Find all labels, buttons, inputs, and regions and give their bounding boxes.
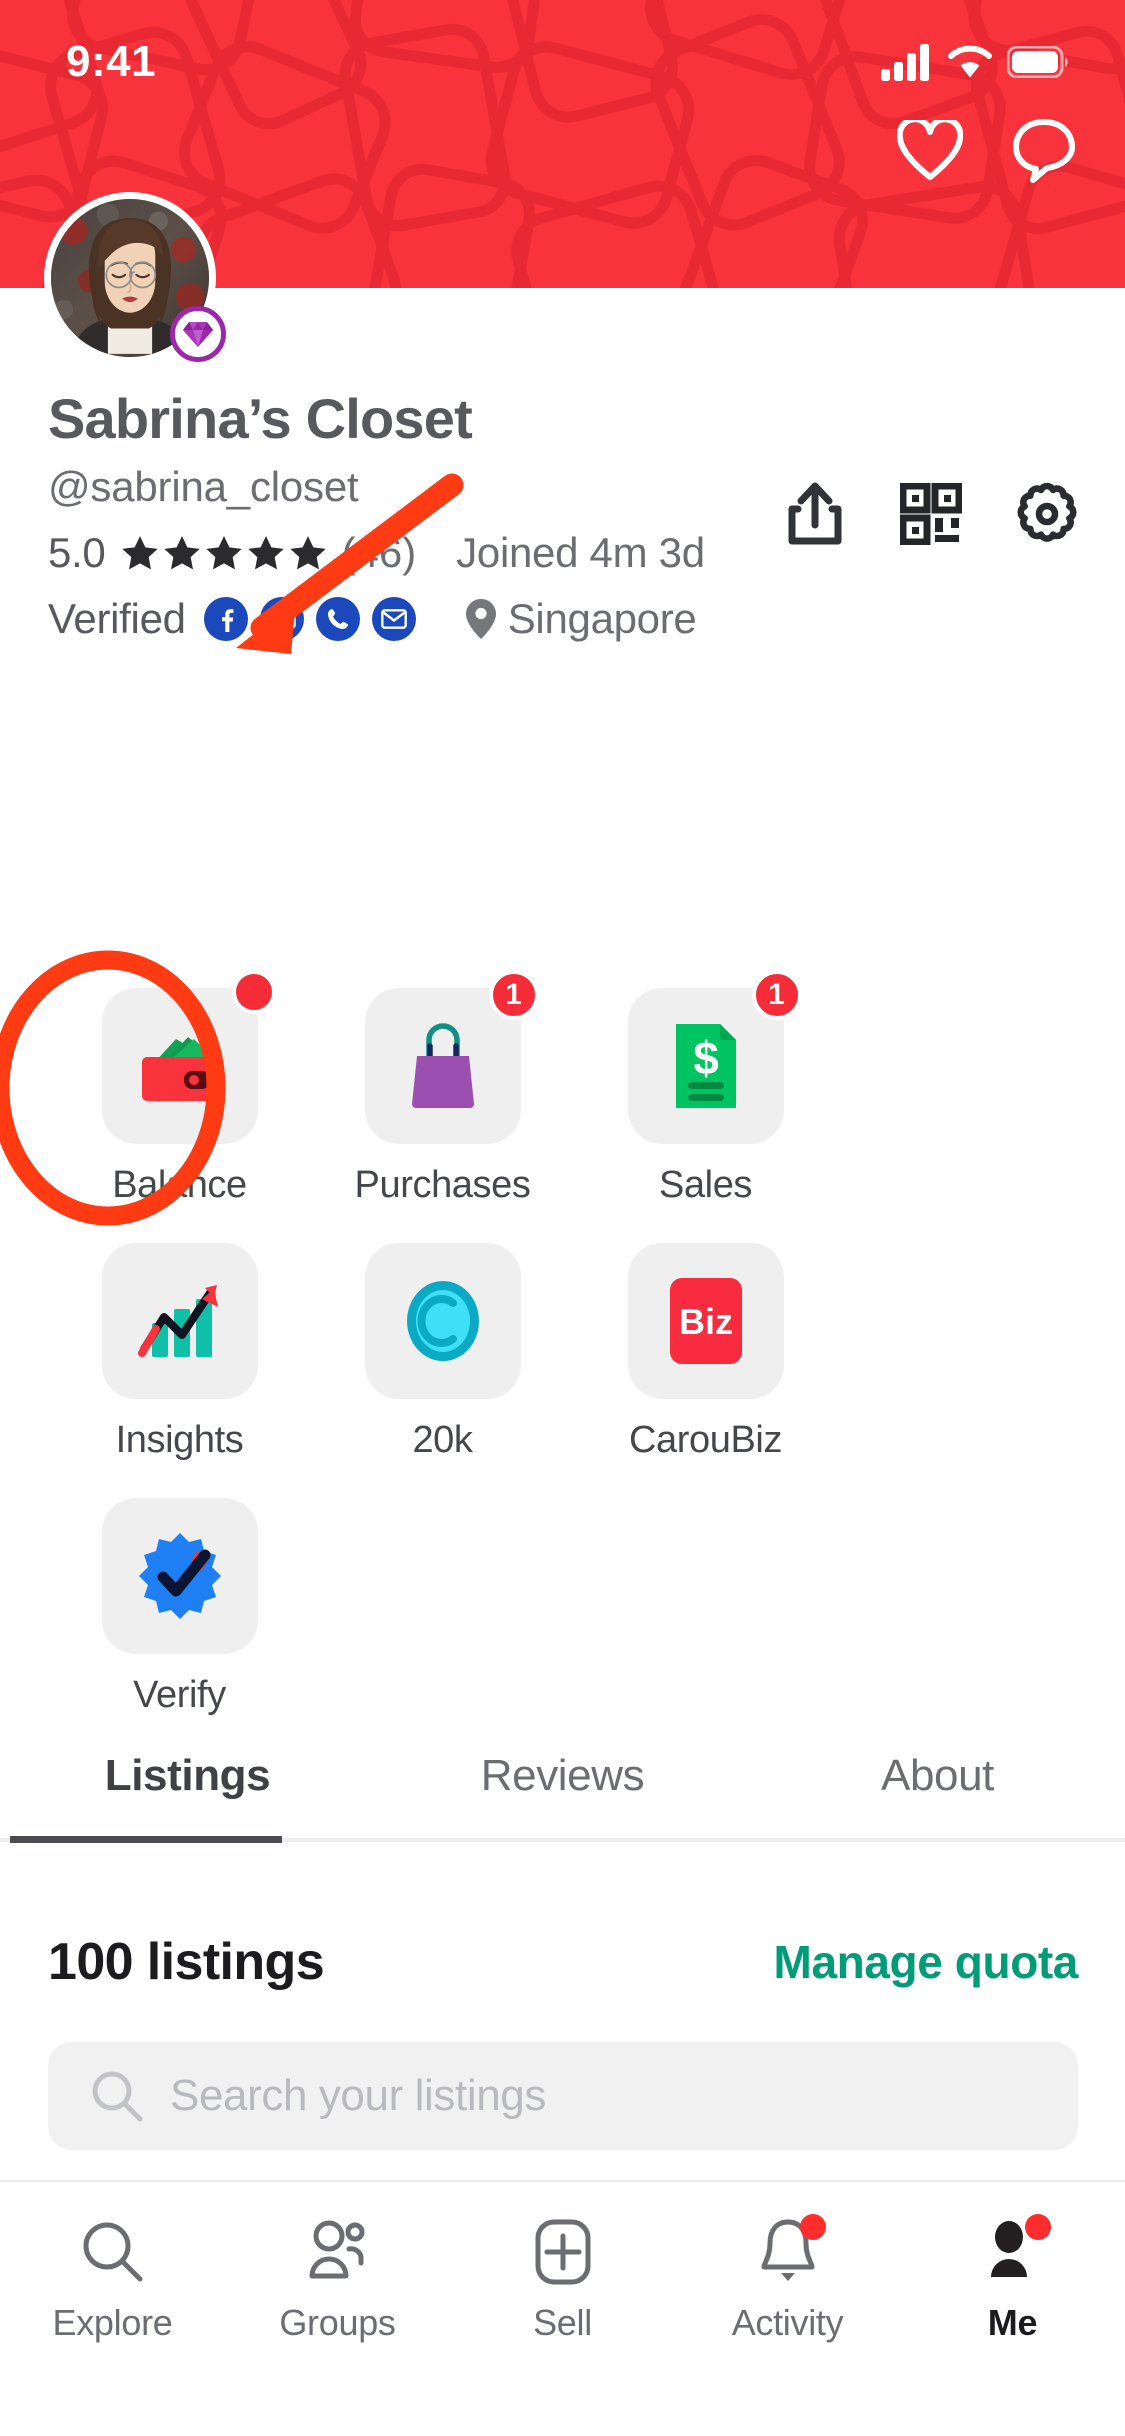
star-rating	[120, 533, 330, 573]
tile-label-verify: Verify	[133, 1674, 226, 1716]
phone-icon[interactable]	[315, 597, 360, 642]
wallet-icon	[141, 1037, 212, 1101]
tab-reviews[interactable]: Reviews	[375, 1712, 750, 1840]
star-icon	[247, 536, 284, 570]
quick-action-verify[interactable]: Verify	[48, 1498, 311, 1717]
status-bar: 9:41	[0, 0, 1125, 110]
location: Singapore	[462, 595, 697, 643]
tab-active-indicator	[10, 1836, 282, 1843]
nav-label-me: Me	[987, 2302, 1038, 2343]
search-icon	[73, 2212, 153, 2292]
star-icon	[205, 536, 242, 570]
tile-label-coins: 20k	[412, 1419, 473, 1461]
search-icon	[92, 2071, 143, 2122]
coin-icon	[406, 1281, 479, 1361]
app-screen: 9:41 Sabrina’s Closet @sabrina_closet 5.…	[0, 0, 1125, 2436]
tab-listings[interactable]: Listings	[0, 1712, 375, 1840]
shopping-bag-icon	[411, 1023, 474, 1108]
badge-purchases: 1	[488, 970, 539, 1020]
tile-label-caroubiz: CarouBiz	[628, 1419, 783, 1461]
tile-caroubiz[interactable]: Biz	[627, 1243, 784, 1399]
rating-value: 5.0	[48, 529, 106, 577]
status-indicators	[881, 43, 1069, 81]
nav-label-activity: Activity	[731, 2302, 844, 2343]
nav-item-groups[interactable]: Groups	[225, 2182, 450, 2436]
quick-action-balance[interactable]: Balance	[48, 970, 311, 1207]
battery-icon	[1007, 46, 1068, 78]
activity-notification-dot	[799, 2214, 826, 2240]
wifi-icon	[948, 45, 992, 78]
verification-row: Verified Singapore	[48, 595, 1078, 643]
nav-label-sell: Sell	[533, 2302, 592, 2343]
quick-action-insights[interactable]: Insights	[48, 1243, 311, 1462]
tile-insights[interactable]	[101, 1243, 258, 1399]
id-card-icon[interactable]	[259, 597, 304, 642]
search-input[interactable]: Search your listings	[48, 2042, 1078, 2150]
tile-label-balance: Balance	[112, 1164, 247, 1206]
tab-about[interactable]: About	[750, 1712, 1125, 1840]
rating-row[interactable]: 5.0 (46) Joined 4m 3d	[48, 529, 1078, 577]
nav-item-activity[interactable]: Activity	[675, 2182, 900, 2436]
diamond-icon	[170, 306, 226, 362]
listings-header: 100 listings Manage quota	[48, 1932, 1078, 1992]
heart-icon[interactable]	[891, 112, 969, 190]
badge-sales: 1	[751, 970, 802, 1020]
verified-badges	[203, 597, 416, 642]
cellular-signal-icon	[881, 44, 929, 81]
joined-duration: Joined 4m 3d	[456, 529, 705, 577]
quick-actions-grid: Balance 1 Purchases $ 1 Sales Insights 2…	[48, 970, 1078, 1753]
svg-text:$: $	[693, 1032, 719, 1084]
biz-icon: Biz	[669, 1278, 742, 1364]
quick-action-coins[interactable]: 20k	[311, 1243, 574, 1462]
invoice-dollar-icon: $	[675, 1024, 736, 1108]
facebook-icon[interactable]	[203, 597, 248, 642]
email-icon[interactable]	[371, 597, 416, 642]
tile-label-sales: Sales	[658, 1164, 753, 1206]
badge-balance	[231, 970, 276, 1014]
star-icon	[289, 536, 326, 570]
tile-purchases[interactable]: 1	[364, 970, 539, 1144]
plus-square-icon	[523, 2212, 603, 2292]
tile-label-insights: Insights	[115, 1419, 244, 1461]
growth-chart-icon	[137, 1285, 218, 1357]
people-icon	[298, 2212, 378, 2292]
star-icon	[163, 536, 200, 570]
tile-label-purchases: Purchases	[354, 1164, 531, 1206]
profile-handle: @sabrina_closet	[48, 463, 359, 511]
verified-check-icon	[138, 1533, 221, 1619]
quick-action-sales[interactable]: $ 1 Sales	[574, 970, 837, 1207]
bottom-navigation: Explore Groups Sell Activity Me	[0, 2180, 1125, 2436]
manage-quota-link[interactable]: Manage quota	[774, 1935, 1079, 1989]
review-count: (46)	[341, 529, 417, 577]
nav-item-sell[interactable]: Sell	[450, 2182, 675, 2436]
svg-text:Biz: Biz	[679, 1301, 733, 1342]
verified-label: Verified	[48, 595, 186, 643]
me-notification-dot	[1024, 2214, 1051, 2240]
page-title: Sabrina’s Closet	[48, 387, 473, 450]
profile-info: Sabrina’s Closet @sabrina_closet 5.0 (46…	[48, 385, 1078, 643]
status-time: 9:41	[66, 37, 157, 86]
nav-label-explore: Explore	[52, 2302, 173, 2343]
profile-tabs: Listings Reviews About	[0, 1712, 1125, 1840]
chat-bubble-icon[interactable]	[1005, 112, 1083, 190]
quick-action-purchases[interactable]: 1 Purchases	[311, 970, 574, 1207]
listings-count: 100 listings	[48, 1933, 325, 1991]
location-label: Singapore	[507, 595, 697, 643]
bell-icon	[748, 2212, 828, 2292]
quick-action-caroubiz[interactable]: Biz CarouBiz	[574, 1243, 837, 1462]
location-pin-icon	[465, 599, 496, 640]
header-action-row	[891, 112, 1083, 190]
search-placeholder: Search your listings	[170, 2071, 546, 2120]
tile-coins[interactable]	[364, 1243, 521, 1399]
star-icon	[121, 536, 158, 570]
tile-verify[interactable]	[101, 1498, 258, 1654]
tile-sales[interactable]: $ 1	[627, 970, 802, 1144]
person-icon	[973, 2212, 1053, 2292]
avatar[interactable]	[44, 192, 226, 364]
nav-label-groups: Groups	[279, 2302, 396, 2343]
nav-item-me[interactable]: Me	[900, 2182, 1125, 2436]
nav-item-explore[interactable]: Explore	[0, 2182, 225, 2436]
tile-balance[interactable]	[101, 970, 276, 1144]
